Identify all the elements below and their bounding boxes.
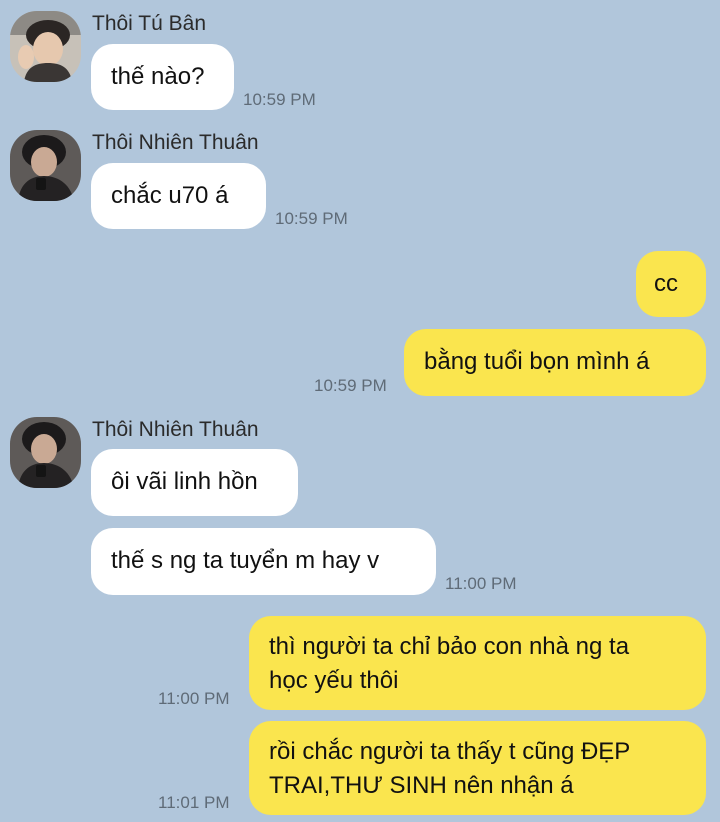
avatar[interactable] [10,11,81,82]
message-bubble[interactable]: chắc u70 á [91,163,266,229]
avatar[interactable] [10,417,81,488]
message-bubble[interactable]: thì người ta chỉ bảo con nhà ng ta học y… [249,616,706,710]
message-text-line: học yếu thôi [269,667,399,694]
message-timestamp: 10:59 PM [243,90,316,109]
sender-name: Thôi Nhiên Thuân [92,131,259,154]
message-bubble[interactable]: thế nào? [91,44,234,110]
message-text: cc [654,270,678,297]
sender-name: Thôi Nhiên Thuân [92,418,259,441]
message-bubble[interactable]: ôi vãi linh hồn [91,449,298,516]
message-timestamp: 10:59 PM [314,376,387,395]
message-text-line: TRAI,THƯ SINH nên nhận á [269,772,574,799]
message-timestamp: 10:59 PM [275,209,348,228]
avatar[interactable] [10,130,81,201]
message-timestamp: 11:00 PM [158,689,230,708]
message-text: thế nào? [111,63,205,90]
message-text: chắc u70 á [111,182,229,209]
message-timestamp: 11:01 PM [158,793,230,812]
message-text: bằng tuổi bọn mình á [424,348,650,375]
message-timestamp: 11:00 PM [445,574,517,593]
sender-name: Thôi Tú Bân [92,12,207,35]
message-text-line: thì người ta chỉ bảo con nhà ng ta [269,633,630,660]
message-text-line: rồi chắc người ta thấy t cũng ĐẸP [269,738,631,765]
message-text: ôi vãi linh hồn [111,468,258,495]
message-bubble[interactable]: thế s ng ta tuyển m hay v [91,528,436,595]
message-bubble[interactable]: cc [636,251,706,317]
message-text: thế s ng ta tuyển m hay v [111,547,380,574]
message-bubble[interactable]: rồi chắc người ta thấy t cũng ĐẸP TRAI,T… [249,721,706,815]
message-bubble[interactable]: bằng tuổi bọn mình á [404,329,706,396]
